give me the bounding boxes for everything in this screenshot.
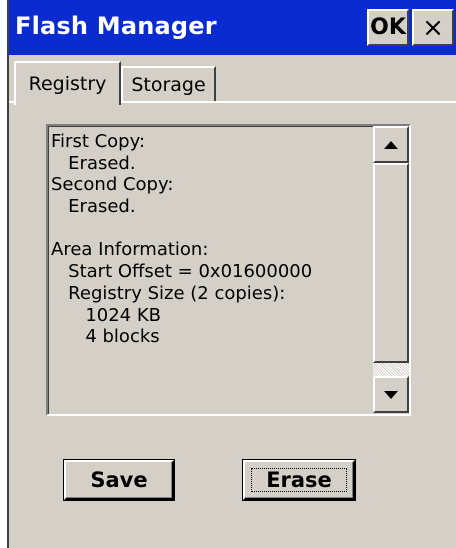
scroll-down-button[interactable] bbox=[373, 376, 409, 413]
triangle-up-icon bbox=[384, 140, 398, 149]
title-bar: Flash Manager OK × bbox=[9, 0, 456, 55]
info-line bbox=[51, 218, 369, 240]
info-line: First Copy: bbox=[51, 131, 146, 152]
save-button-label: Save bbox=[90, 468, 148, 492]
tab-storage[interactable]: Storage bbox=[121, 66, 216, 101]
save-button[interactable]: Save bbox=[63, 459, 175, 501]
triangle-down-icon bbox=[384, 390, 398, 399]
info-line: 4 blocks bbox=[51, 326, 160, 348]
info-line: Erased. bbox=[51, 196, 136, 218]
registry-info-text: First Copy: Erased. Second Copy: Erased.… bbox=[51, 131, 369, 348]
window-title: Flash Manager bbox=[15, 12, 217, 40]
info-line: Second Copy: bbox=[51, 174, 174, 196]
info-line: Start Offset = 0x01600000 bbox=[51, 261, 313, 283]
scroll-up-button[interactable] bbox=[373, 126, 409, 163]
tab-registry[interactable]: Registry bbox=[14, 61, 121, 105]
scrollbar-track[interactable] bbox=[373, 363, 409, 376]
focus-rectangle bbox=[251, 468, 347, 492]
registry-info-listbox[interactable]: First Copy: Erased. Second Copy: Erased.… bbox=[46, 124, 411, 416]
vertical-scrollbar[interactable] bbox=[373, 126, 409, 413]
info-line: 1024 KB bbox=[51, 304, 162, 326]
info-line: Erased. bbox=[51, 152, 136, 174]
ok-button[interactable]: OK bbox=[367, 9, 409, 46]
info-line: Registry Size (2 copies): bbox=[51, 282, 286, 304]
info-line: Area Information: bbox=[51, 239, 209, 261]
erase-button[interactable]: Erase bbox=[242, 459, 356, 501]
close-button[interactable]: × bbox=[412, 9, 454, 46]
scrollbar-thumb[interactable] bbox=[373, 163, 409, 363]
window-left-edge bbox=[0, 0, 9, 548]
